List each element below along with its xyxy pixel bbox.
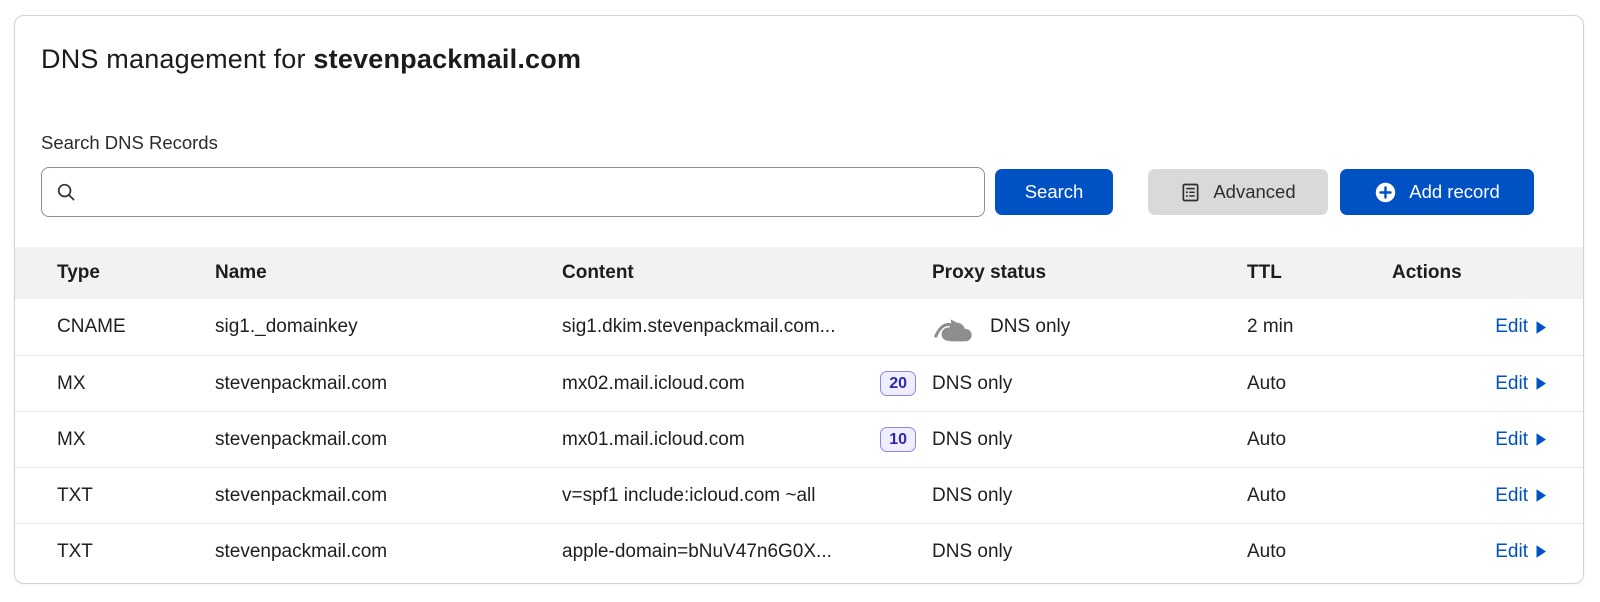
column-header-ttl: TTL <box>1247 262 1392 284</box>
page-title-domain: stevenpackmail.com <box>313 44 581 74</box>
edit-link[interactable]: Edit <box>1495 541 1547 563</box>
record-ttl: Auto <box>1247 373 1392 395</box>
proxy-status-text: DNS only <box>990 316 1070 338</box>
dns-only-cloud-icon <box>932 313 976 342</box>
edit-link-label: Edit <box>1495 316 1528 338</box>
edit-arrow-icon <box>1535 488 1547 503</box>
plus-circle-icon <box>1374 181 1397 204</box>
column-header-type: Type <box>57 262 215 284</box>
record-type: MX <box>57 373 215 395</box>
record-name: stevenpackmail.com <box>215 429 562 451</box>
record-content: v=spf1 include:icloud.com ~all <box>562 485 815 507</box>
search-input-container <box>41 167 985 217</box>
edit-link[interactable]: Edit <box>1495 429 1547 451</box>
edit-link-label: Edit <box>1495 429 1528 451</box>
record-content: mx01.mail.icloud.com <box>562 429 745 451</box>
dns-management-card: DNS management for stevenpackmail.com Se… <box>14 15 1584 584</box>
search-input[interactable] <box>86 181 970 204</box>
priority-badge: 20 <box>880 371 916 397</box>
search-label: Search DNS Records <box>41 132 1557 154</box>
record-name: stevenpackmail.com <box>215 373 562 395</box>
page-title: DNS management for stevenpackmail.com <box>41 44 1557 75</box>
add-record-button-label: Add record <box>1409 181 1500 203</box>
record-type: MX <box>57 429 215 451</box>
edit-link-label: Edit <box>1495 541 1528 563</box>
record-ttl: 2 min <box>1247 316 1392 338</box>
record-ttl: Auto <box>1247 541 1392 563</box>
search-toolbar: Search Advanced <box>41 167 1557 217</box>
advanced-button[interactable]: Advanced <box>1148 169 1328 215</box>
column-header-name: Name <box>215 262 562 284</box>
record-name: stevenpackmail.com <box>215 485 562 507</box>
edit-arrow-icon <box>1535 432 1547 447</box>
dns-table-body: CNAME sig1._domainkey sig1.dkim.stevenpa… <box>15 299 1583 579</box>
record-name: stevenpackmail.com <box>215 541 562 563</box>
advanced-button-label: Advanced <box>1213 181 1295 203</box>
table-header-row: Type Name Content Proxy status TTL Actio… <box>15 247 1583 299</box>
edit-link[interactable]: Edit <box>1495 316 1547 338</box>
dns-record-row: CNAME sig1._domainkey sig1.dkim.stevenpa… <box>15 299 1583 355</box>
record-name: sig1._domainkey <box>215 316 562 338</box>
edit-link[interactable]: Edit <box>1495 485 1547 507</box>
record-content: apple-domain=bNuV47n6G0X... <box>562 541 832 563</box>
add-record-button[interactable]: Add record <box>1340 169 1534 215</box>
edit-arrow-icon <box>1535 544 1547 559</box>
proxy-status-text: DNS only <box>932 541 1012 563</box>
column-header-proxy-status: Proxy status <box>932 262 1247 284</box>
card-top-section: DNS management for stevenpackmail.com Se… <box>15 16 1583 217</box>
advanced-list-icon <box>1180 182 1201 203</box>
edit-arrow-icon <box>1535 320 1547 335</box>
edit-link-label: Edit <box>1495 485 1528 507</box>
record-content: mx02.mail.icloud.com <box>562 373 745 395</box>
dns-records-table: Type Name Content Proxy status TTL Actio… <box>15 247 1583 579</box>
edit-arrow-icon <box>1535 376 1547 391</box>
page-title-prefix: DNS management for <box>41 44 313 74</box>
dns-record-row: MX stevenpackmail.com mx02.mail.icloud.c… <box>15 355 1583 411</box>
proxy-status-text: DNS only <box>932 373 1012 395</box>
priority-badge: 10 <box>880 427 916 453</box>
dns-record-row: TXT stevenpackmail.com v=spf1 include:ic… <box>15 467 1583 523</box>
record-ttl: Auto <box>1247 485 1392 507</box>
column-header-actions: Actions <box>1392 262 1547 284</box>
record-content: sig1.dkim.stevenpackmail.com... <box>562 316 836 338</box>
record-ttl: Auto <box>1247 429 1392 451</box>
search-button[interactable]: Search <box>995 169 1113 215</box>
record-type: CNAME <box>57 316 215 338</box>
dns-record-row: MX stevenpackmail.com mx01.mail.icloud.c… <box>15 411 1583 467</box>
proxy-status-text: DNS only <box>932 485 1012 507</box>
record-type: TXT <box>57 485 215 507</box>
proxy-status-text: DNS only <box>932 429 1012 451</box>
dns-record-row: TXT stevenpackmail.com apple-domain=bNuV… <box>15 523 1583 579</box>
column-header-content: Content <box>562 262 932 284</box>
search-icon <box>56 182 76 202</box>
edit-link-label: Edit <box>1495 373 1528 395</box>
record-type: TXT <box>57 541 215 563</box>
edit-link[interactable]: Edit <box>1495 373 1547 395</box>
